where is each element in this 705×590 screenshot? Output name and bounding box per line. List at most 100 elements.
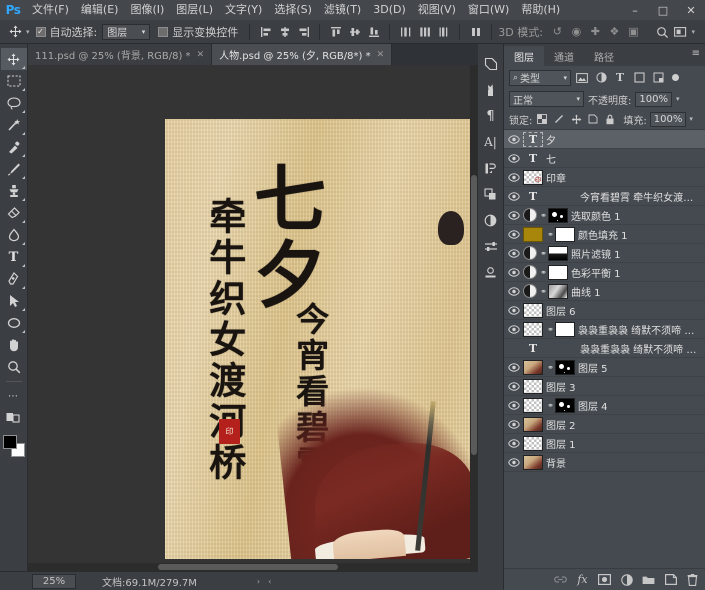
layer-row[interactable]: 图层 3: [504, 377, 705, 396]
layer-mask-thumbnail[interactable]: [548, 245, 568, 261]
layer-mask-thumbnail[interactable]: [548, 207, 568, 223]
layer-visibility-toggle[interactable]: [504, 320, 523, 339]
libraries-panel-icon[interactable]: [480, 260, 502, 284]
filter-type-dropdown[interactable]: ⌕ 类型 ▾: [509, 69, 571, 86]
filter-type-text-icon[interactable]: T: [612, 70, 628, 86]
opacity-input[interactable]: 100%: [635, 91, 672, 107]
clone-stamp-tool[interactable]: [1, 180, 27, 202]
panel-menu-icon[interactable]: ≡: [692, 49, 700, 59]
layer-row[interactable]: T七: [504, 149, 705, 168]
color-panel-icon[interactable]: [480, 52, 502, 76]
layer-visibility-toggle[interactable]: [504, 244, 523, 263]
menu-view[interactable]: 视图(V): [412, 0, 462, 20]
lock-artboard-nesting-icon[interactable]: [586, 112, 600, 127]
layer-row[interactable]: T 今宵看碧霄 牵牛织女渡河桥: [504, 187, 705, 206]
layer-visibility-toggle[interactable]: [504, 130, 523, 149]
mask-link-icon[interactable]: ⚭: [539, 287, 548, 296]
mask-link-icon[interactable]: ⚭: [546, 401, 555, 410]
lock-position-icon[interactable]: [569, 112, 583, 127]
layer-row[interactable]: ⚭ 图层 4: [504, 396, 705, 415]
3d-roll-icon[interactable]: ◉: [567, 23, 586, 41]
fill-caret-icon[interactable]: ▾: [689, 115, 693, 123]
mask-link-icon[interactable]: ⚭: [546, 230, 555, 239]
actions-panel-icon[interactable]: [480, 182, 502, 206]
arrange-documents-icon[interactable]: [672, 23, 691, 41]
layer-thumbnail[interactable]: [523, 416, 543, 432]
layer-mask-thumbnail[interactable]: [548, 264, 568, 280]
menu-file[interactable]: 文件(F): [26, 0, 75, 20]
brush-panel-icon[interactable]: [480, 78, 502, 102]
color-swatches[interactable]: [1, 433, 27, 459]
menu-filter[interactable]: 滤镜(T): [318, 0, 367, 20]
new-adjustment-layer-icon[interactable]: [620, 573, 633, 587]
menu-select[interactable]: 选择(S): [268, 0, 318, 20]
layer-visibility-toggle[interactable]: [504, 377, 523, 396]
eraser-tool[interactable]: [1, 202, 27, 224]
new-layer-icon[interactable]: [664, 573, 677, 587]
lock-all-icon[interactable]: [603, 112, 617, 127]
layer-thumbnail[interactable]: [523, 226, 543, 242]
zoom-level-input[interactable]: 25%: [32, 573, 76, 589]
blur-tool[interactable]: [1, 224, 27, 246]
layer-thumbnail[interactable]: [523, 302, 543, 318]
auto-select-checkbox[interactable]: ✓: [35, 26, 46, 37]
document-tab-renwu[interactable]: 人物.psd @ 25% (夕, RGB/8*) * ✕: [212, 44, 393, 65]
3d-camera-icon[interactable]: ▣: [624, 23, 643, 41]
tab-layers[interactable]: 图层: [504, 46, 544, 66]
layer-row[interactable]: ⚭ 选取颜色 1: [504, 206, 705, 225]
3d-pan-icon[interactable]: ✚: [586, 23, 605, 41]
canvas-area[interactable]: 七夕 牵牛织女渡河桥 今宵看碧霄 印: [28, 65, 478, 571]
mask-link-icon[interactable]: ⚭: [539, 249, 548, 258]
delete-layer-icon[interactable]: [686, 573, 699, 587]
history-panel-icon[interactable]: [480, 156, 502, 180]
layer-thumbnail[interactable]: [523, 435, 543, 451]
adjustment-layer-icon[interactable]: [523, 208, 537, 222]
layer-thumbnail[interactable]: [523, 454, 543, 470]
align-top-edges-icon[interactable]: [326, 23, 345, 41]
menu-layer[interactable]: 图层(L): [170, 0, 219, 20]
adjustment-layer-icon[interactable]: [523, 246, 537, 260]
more-tools[interactable]: ⋯: [1, 385, 27, 407]
layer-mask-thumbnail[interactable]: [548, 283, 568, 299]
layer-thumbnail[interactable]: [523, 397, 543, 413]
new-group-icon[interactable]: [642, 573, 655, 587]
layer-visibility-toggle[interactable]: [504, 453, 523, 472]
layer-visibility-toggle[interactable]: [504, 358, 523, 377]
layer-thumbnail[interactable]: 印: [523, 169, 543, 185]
close-button[interactable]: ✕: [677, 0, 705, 20]
3d-orbit-icon[interactable]: ↺: [548, 23, 567, 41]
menu-3d[interactable]: 3D(D): [367, 0, 412, 20]
fill-input[interactable]: 100%: [649, 111, 687, 127]
align-right-edges-icon[interactable]: [294, 23, 313, 41]
layer-visibility-toggle[interactable]: [504, 149, 523, 168]
layer-thumbnail[interactable]: [523, 378, 543, 394]
layer-mask-thumbnail[interactable]: [555, 397, 575, 413]
layer-row[interactable]: 背景: [504, 453, 705, 472]
auto-select-dropdown[interactable]: 图层 ▾: [102, 23, 151, 40]
add-layer-mask-icon[interactable]: [598, 573, 611, 587]
layer-visibility-toggle[interactable]: [504, 225, 523, 244]
move-tool[interactable]: [0, 48, 27, 70]
canvas-vertical-scrollbar[interactable]: [470, 65, 478, 571]
layer-visibility-toggle[interactable]: [504, 263, 523, 282]
layer-mask-thumbnail[interactable]: [555, 226, 575, 242]
move-tool-icon[interactable]: [4, 22, 26, 42]
layer-thumbnail[interactable]: [523, 321, 543, 337]
ellipse-tool[interactable]: [1, 312, 27, 334]
filter-pixel-icon[interactable]: [574, 70, 590, 86]
pen-tool[interactable]: [1, 268, 27, 290]
distribute-center-icon[interactable]: [415, 23, 434, 41]
rectangular-marquee-tool[interactable]: [1, 70, 27, 92]
layer-visibility-toggle[interactable]: [504, 206, 523, 225]
menu-help[interactable]: 帮助(H): [515, 0, 566, 20]
mask-link-icon[interactable]: ⚭: [546, 363, 555, 372]
layer-thumbnail[interactable]: [523, 359, 543, 375]
opacity-caret-icon[interactable]: ▾: [676, 95, 680, 103]
layer-row[interactable]: 图层 6: [504, 301, 705, 320]
tab-channels[interactable]: 通道: [544, 46, 584, 66]
distribute-right-icon[interactable]: [434, 23, 453, 41]
minimize-button[interactable]: –: [621, 0, 649, 20]
layer-row[interactable]: 图层 2: [504, 415, 705, 434]
scrollbar-thumb[interactable]: [471, 175, 477, 455]
menu-type[interactable]: 文字(Y): [219, 0, 268, 20]
